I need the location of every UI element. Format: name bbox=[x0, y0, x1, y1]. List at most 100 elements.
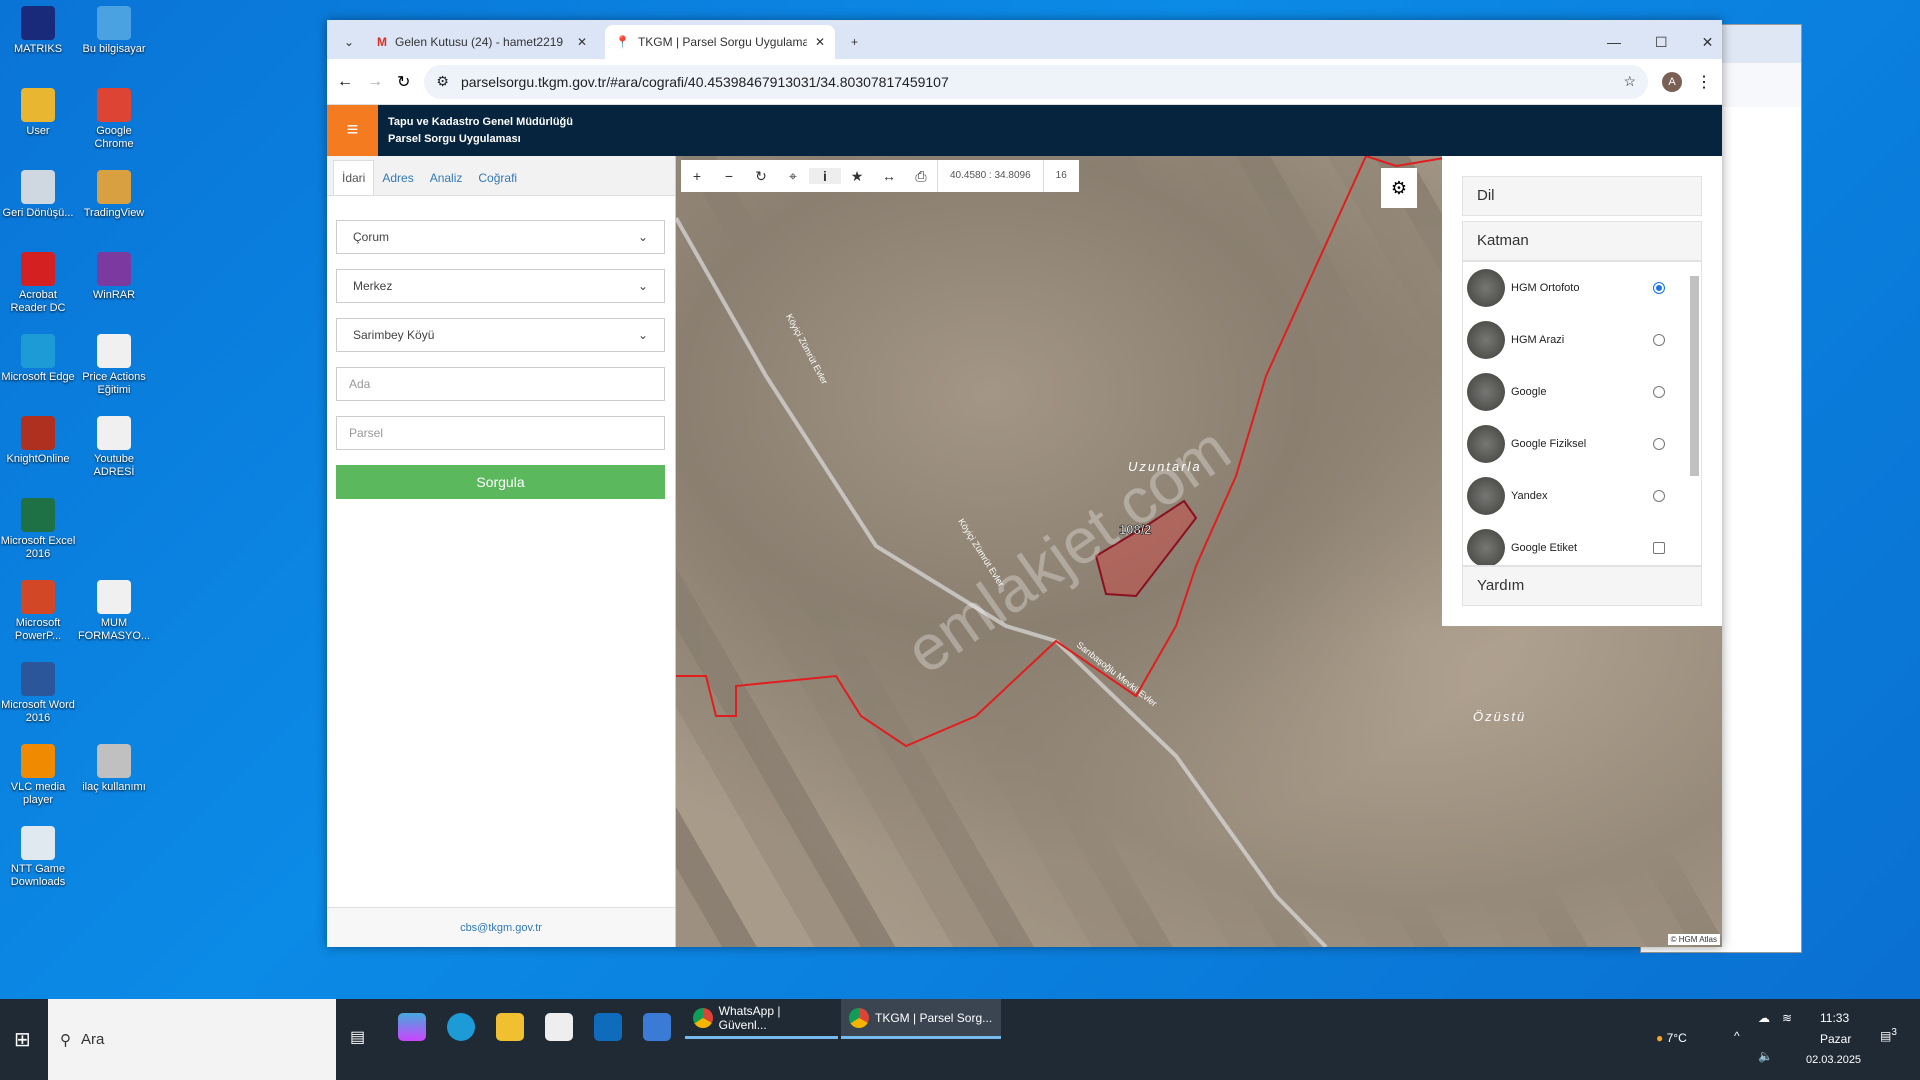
file-explorer-icon[interactable] bbox=[496, 1013, 524, 1041]
desktop-icon[interactable]: Youtube ADRESİ bbox=[76, 416, 152, 479]
edge-icon[interactable] bbox=[447, 1013, 475, 1041]
clock-day: Pazar bbox=[1820, 1032, 1852, 1046]
tab-bar: ⌄ M Gelen Kutusu (24) - hamet2219 ✕ 📍 TK… bbox=[327, 20, 1722, 59]
layer-item[interactable]: Google Fiziksel bbox=[1463, 418, 1701, 470]
desktop-icon[interactable]: TradingView bbox=[76, 170, 152, 220]
site-settings-icon[interactable]: ⚙ bbox=[436, 73, 449, 90]
desktop-icon[interactable]: NTT Game Downloads bbox=[0, 826, 76, 889]
tab-analiz[interactable]: Analiz bbox=[422, 161, 471, 195]
il-select[interactable]: Çorum ⌄ bbox=[336, 220, 665, 254]
windows-start-icon[interactable]: ⊞ bbox=[14, 1027, 31, 1052]
layer-radio[interactable] bbox=[1653, 490, 1665, 502]
tab-search-button[interactable]: ⌄ bbox=[335, 25, 363, 59]
desktop-icon[interactable]: Google Chrome bbox=[76, 88, 152, 151]
desktop-icon[interactable]: Microsoft Edge bbox=[0, 334, 76, 384]
settings-gear-icon[interactable]: ⚙ bbox=[1381, 168, 1417, 208]
close-window-button[interactable]: ✕ bbox=[1702, 34, 1714, 51]
reload-icon[interactable]: ↻ bbox=[397, 72, 410, 92]
close-tab-icon[interactable]: ✕ bbox=[577, 35, 587, 49]
locate-icon[interactable]: ⌖ bbox=[777, 168, 809, 185]
layer-item[interactable]: Google bbox=[1463, 366, 1701, 418]
profile-avatar[interactable]: A bbox=[1662, 71, 1682, 92]
desktop-icon[interactable]: Geri Dönüşü... bbox=[0, 170, 76, 220]
layer-item[interactable]: Google Etiket bbox=[1463, 522, 1701, 565]
hamburger-menu-icon[interactable]: ≡ bbox=[327, 105, 378, 156]
close-tab-icon[interactable]: ✕ bbox=[815, 35, 825, 49]
chevron-up-icon[interactable]: ^ bbox=[1734, 1029, 1740, 1043]
section-dil[interactable]: Dil bbox=[1462, 176, 1702, 216]
layer-radio[interactable] bbox=[1653, 282, 1665, 294]
task-view-icon[interactable]: ▤ bbox=[350, 1027, 365, 1047]
info-icon[interactable]: i bbox=[809, 168, 841, 184]
parsel-input[interactable]: Parsel bbox=[336, 416, 665, 450]
section-katman[interactable]: Katman bbox=[1462, 221, 1702, 261]
desktop-icon[interactable]: WinRAR bbox=[76, 252, 152, 302]
menu-icon[interactable]: ⋮ bbox=[1696, 72, 1712, 92]
attribution[interactable]: © HGM Atlas bbox=[1667, 934, 1720, 945]
layer-checkbox[interactable] bbox=[1653, 542, 1665, 554]
measure-icon[interactable]: ↔ bbox=[873, 168, 905, 184]
desktop-icon[interactable]: MUM FORMASYO... bbox=[76, 580, 152, 643]
refresh-icon[interactable]: ↻ bbox=[745, 168, 777, 185]
tab-tkgm[interactable]: 📍 TKGM | Parsel Sorgu Uygulaması ✕ bbox=[605, 25, 835, 59]
volume-icon[interactable]: 🔈 bbox=[1758, 1049, 1773, 1063]
desktop-icon[interactable]: Bu bilgisayar bbox=[76, 6, 152, 56]
tab-idari[interactable]: İdari bbox=[333, 160, 375, 195]
parcel-label: 108/2 bbox=[1119, 522, 1152, 537]
desktop-icon[interactable]: VLC media player bbox=[0, 744, 76, 807]
layer-item[interactable]: Yandex bbox=[1463, 470, 1701, 522]
ilce-select[interactable]: Merkez ⌄ bbox=[336, 269, 665, 303]
settings-panel: Dil Katman HGM Ortofoto HGM Arazi Google Go… bbox=[1442, 156, 1722, 626]
taskbar-app-tkgm[interactable]: TKGM | Parsel Sorg... bbox=[841, 999, 1001, 1039]
url-field[interactable]: ⚙ parselsorgu.tkgm.gov.tr/#ara/cografi/4… bbox=[424, 64, 1648, 99]
onedrive-icon[interactable]: ☁ bbox=[1758, 1011, 1770, 1025]
desktop-icon[interactable]: Microsoft Word 2016 bbox=[0, 662, 76, 725]
app-header: ≡ Tapu ve Kadastro Genel Müdürlüğü Parsel… bbox=[327, 105, 1722, 156]
section-yardim[interactable]: Yardım bbox=[1462, 566, 1702, 606]
app-icon bbox=[97, 334, 131, 368]
mahalle-select[interactable]: Sarimbey Köyü ⌄ bbox=[336, 318, 665, 352]
tab-gmail[interactable]: M Gelen Kutusu (24) - hamet2219 ✕ bbox=[367, 25, 597, 59]
desktop-icon[interactable]: ilaç kullanımı bbox=[76, 744, 152, 794]
address-bar-row: ← → ↻ ⚙ parselsorgu.tkgm.gov.tr/#ara/cog… bbox=[327, 59, 1722, 105]
wifi-icon[interactable]: ≋ bbox=[1782, 1011, 1792, 1025]
back-icon[interactable]: ← bbox=[337, 73, 353, 91]
copilot-icon[interactable] bbox=[398, 1013, 426, 1041]
layer-item[interactable]: HGM Ortofoto bbox=[1463, 262, 1701, 314]
desktop-icon[interactable]: User bbox=[0, 88, 76, 138]
desktop-icon[interactable]: Acrobat Reader DC bbox=[0, 252, 76, 315]
tab-cografi[interactable]: Coğrafi bbox=[470, 161, 525, 195]
taskbar-search[interactable]: ⚲ Ara bbox=[48, 999, 336, 1080]
layer-item[interactable]: HGM Arazi bbox=[1463, 314, 1701, 366]
clock-time[interactable]: 11:33 bbox=[1820, 1011, 1849, 1025]
outlook-icon[interactable] bbox=[594, 1013, 622, 1041]
print-icon[interactable]: ⎙ bbox=[905, 168, 937, 185]
desktop-icon[interactable]: Microsoft PowerP... bbox=[0, 580, 76, 643]
layer-radio[interactable] bbox=[1653, 334, 1665, 346]
layer-scrollbar[interactable] bbox=[1690, 276, 1699, 476]
maximize-button[interactable]: ☐ bbox=[1655, 34, 1668, 51]
photos-icon[interactable] bbox=[643, 1013, 671, 1041]
store-icon[interactable] bbox=[545, 1013, 573, 1041]
chrome-icon bbox=[849, 1007, 869, 1028]
new-tab-button[interactable]: + bbox=[841, 25, 868, 59]
forward-icon[interactable]: → bbox=[367, 73, 383, 91]
bookmark-star-icon[interactable]: ☆ bbox=[1623, 73, 1636, 90]
desktop-icon[interactable]: Price Actions Eğitimi bbox=[76, 334, 152, 397]
footer-email-link[interactable]: cbs@tkgm.gov.tr bbox=[327, 907, 675, 947]
desktop-icon[interactable]: Microsoft Excel 2016 bbox=[0, 498, 76, 561]
ada-input[interactable]: Ada bbox=[336, 367, 665, 401]
zoom-out-icon[interactable]: − bbox=[713, 168, 745, 184]
sorgula-button[interactable]: Sorgula bbox=[336, 465, 665, 499]
desktop-icon[interactable]: KnightOnline bbox=[0, 416, 76, 466]
minimize-button[interactable]: — bbox=[1607, 34, 1621, 50]
tab-adres[interactable]: Adres bbox=[374, 161, 421, 195]
weather-widget[interactable]: ● 7°C bbox=[1656, 1031, 1687, 1045]
layer-radio[interactable] bbox=[1653, 386, 1665, 398]
zoom-in-icon[interactable]: + bbox=[681, 168, 713, 184]
layer-radio[interactable] bbox=[1653, 438, 1665, 450]
star-icon[interactable]: ★ bbox=[841, 168, 873, 185]
notification-icon[interactable]: ▤3 bbox=[1880, 1027, 1897, 1043]
taskbar-app-whatsapp[interactable]: WhatsApp | Güvenl... bbox=[685, 999, 838, 1039]
desktop-icon[interactable]: MATRIKS bbox=[0, 6, 76, 56]
